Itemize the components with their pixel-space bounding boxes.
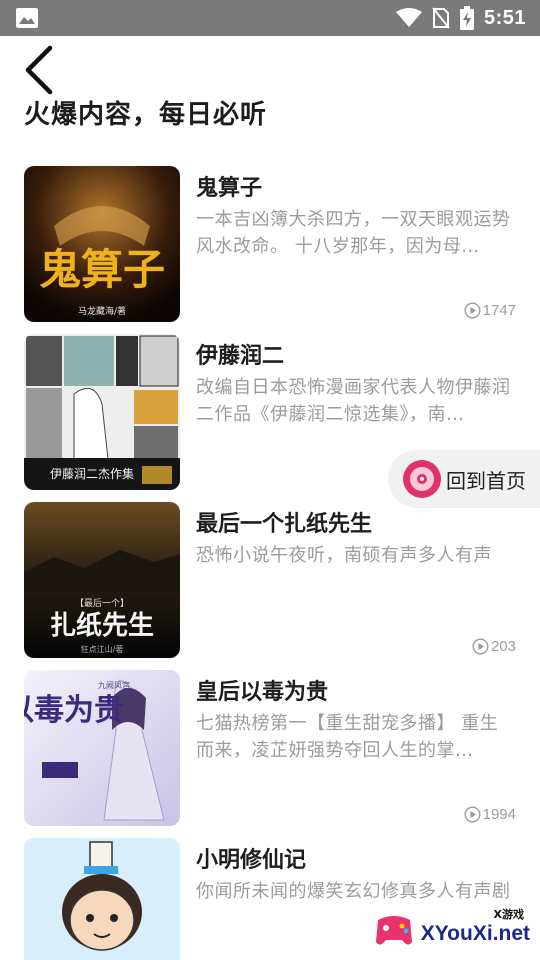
item-description: 恐怖小说午夜听，南硕有声多人有声 [196,545,492,566]
cover-image [24,838,180,960]
play-icon [472,638,489,655]
status-bar: 5:51 [0,0,540,36]
item-title: 皇后以毒为贵 [196,680,329,705]
play-count-value: 1747 [482,302,516,319]
item-title: 伊藤润二 [196,344,285,369]
play-count-value: 1994 [482,806,516,823]
play-count: 1747 [464,302,516,319]
play-count: 1994 [464,806,516,823]
cover-tag: 【最后一个】 [75,598,129,609]
wifi-icon [395,8,422,27]
cover-author: 马龙藏海/著 [78,305,126,317]
watermark-small-text: X游戏 [493,908,524,921]
gallery-icon [16,8,38,28]
chevron-left-icon [25,45,53,95]
play-count-value: 203 [490,638,516,655]
battery-charging-icon [459,6,474,30]
page-title: 火爆内容，每日必听 [24,100,268,130]
list-item[interactable]: 以毒为贵 九阙凤宫 皇后以毒为贵 七猫热榜第一【重生甜宠多播】 重生而来，凌芷妍… [0,670,540,828]
no-sim-icon [432,7,450,29]
back-to-home-button[interactable]: 回到首页 [388,450,540,508]
back-button[interactable] [20,44,60,96]
play-icon [464,806,481,823]
watermark-logo: X游戏 XYouXi.net [368,900,540,960]
cover-title: 扎纸先生 [50,610,154,641]
item-title: 鬼算子 [196,176,263,201]
cover-title: 伊藤润二杰作集 [50,466,134,481]
cover-author: 狂点江山/著 [81,644,124,654]
item-title: 小明修仙记 [196,848,307,873]
list-item[interactable]: 【最后一个】 扎纸先生 狂点江山/著 最后一个扎纸先生 恐怖小说午夜听，南硕有声… [0,502,540,660]
play-icon [464,302,481,319]
cover-image: 鬼算子 马龙藏海/著 [24,166,180,322]
cover-title: 以毒为贵 [24,693,124,728]
status-time: 5:51 [483,6,526,29]
cover-image: 以毒为贵 九阙凤宫 [24,670,180,826]
item-description: 一本吉凶簿大杀四方，一双天眼观运势风水改命。 十八岁那年，因为母… [196,209,511,257]
item-description: 改编自日本恐怖漫画家代表人物伊藤润二作品《伊藤润二惊选集》，南… [196,377,511,425]
play-count: 203 [472,638,516,655]
disc-icon [403,460,441,498]
cover-title: 鬼算子 [39,245,165,294]
cover-image: 伊藤润二杰作集 [24,334,180,490]
item-title: 最后一个扎纸先生 [196,512,373,537]
cover-image: 【最后一个】 扎纸先生 狂点江山/著 [24,502,180,658]
item-description: 七猫热榜第一【重生甜宠多播】 重生而来，凌芷妍强势夺回人生的掌… [196,713,499,761]
watermark-text: XYouXi.net [420,922,530,945]
gamepad-icon [376,916,412,945]
back-to-home-label: 回到首页 [446,468,526,493]
list-item[interactable]: 鬼算子 马龙藏海/著 鬼算子 一本吉凶簿大杀四方，一双天眼观运势风水改命。 十八… [0,166,540,324]
cover-tag: 九阙凤宫 [98,680,130,690]
